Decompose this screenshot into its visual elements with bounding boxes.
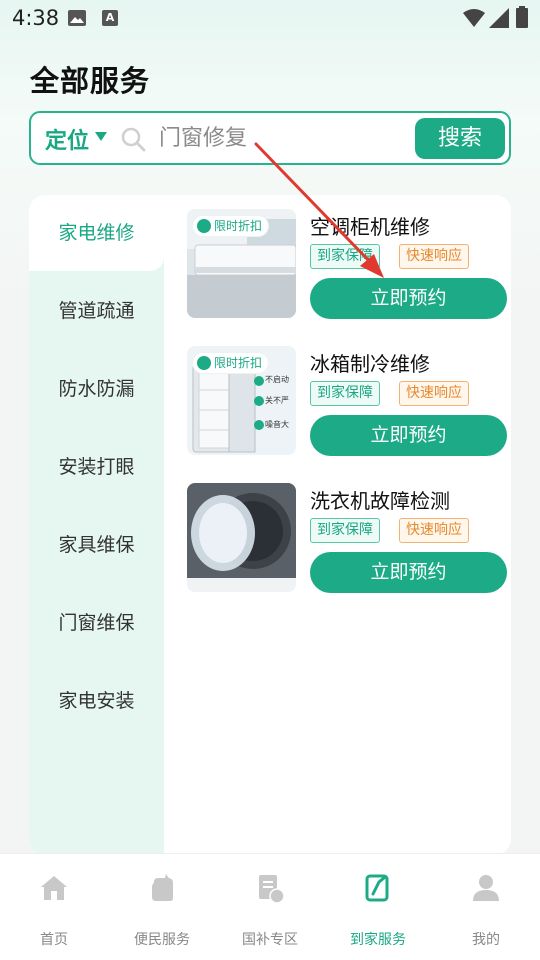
- nav-item-home-services[interactable]: 到家服务: [324, 854, 432, 960]
- book-now-button[interactable]: 立即预约: [310, 552, 507, 593]
- wifi-icon: [463, 9, 485, 27]
- tag-fast-response: 快速响应: [399, 244, 469, 269]
- location-selector[interactable]: 定位: [45, 123, 89, 155]
- fire-icon: [197, 356, 211, 370]
- search-bar: 定位 搜索: [29, 111, 511, 165]
- subsidy-icon: [259, 875, 285, 904]
- nav-label: 首页: [40, 932, 68, 948]
- fire-icon: [197, 219, 211, 233]
- nav-label: 我的: [472, 932, 500, 948]
- discount-badge-label: 限时折扣: [214, 356, 263, 370]
- service-icon: [152, 874, 173, 901]
- service-card-washing-machine[interactable]: 洗衣机故障检测 到家保障 快速响应 立即预约: [187, 483, 509, 593]
- status-time: 4:38: [12, 6, 60, 30]
- bottom-nav: 首页 便民服务 国补专区 到家服务 我的: [0, 853, 540, 960]
- sidebar-item-furniture-maintenance[interactable]: 家具维保: [29, 507, 164, 583]
- search-icon: [121, 127, 146, 152]
- sidebar-item-appliance-installation[interactable]: 家电安装: [29, 663, 164, 739]
- fridge-label-noisy: 噪音大: [265, 420, 289, 429]
- service-title: 冰箱制冷维修: [310, 352, 430, 376]
- sidebar-item-waterproofing[interactable]: 防水防漏: [29, 351, 164, 427]
- book-now-button[interactable]: 立即预约: [310, 278, 507, 319]
- tag-fast-response: 快速响应: [399, 381, 469, 406]
- nav-label: 国补专区: [242, 932, 298, 948]
- tag-fast-response: 快速响应: [399, 518, 469, 543]
- washing-machine-image: [187, 483, 296, 592]
- battery-icon: [516, 6, 528, 28]
- tag-home-guarantee: 到家保障: [310, 244, 380, 269]
- fridge-label-door-not-closing: 关不严: [265, 396, 289, 405]
- service-panel: 家电维修 管道疏通 防水防漏 安装打眼 家具维保 门窗维保 家电安装 限时折扣 …: [29, 195, 511, 855]
- signal-icon: [489, 8, 509, 28]
- discount-badge: 限时折扣: [192, 215, 270, 237]
- service-title: 洗衣机故障检测: [310, 489, 450, 513]
- tag-home-guarantee: 到家保障: [310, 381, 380, 406]
- sidebar-item-pipe-unclogging[interactable]: 管道疏通: [29, 273, 164, 349]
- page-title: 全部服务: [30, 64, 151, 98]
- photo-icon: [68, 10, 86, 26]
- status-bar: 4:38 A: [0, 0, 540, 36]
- search-button[interactable]: 搜索: [415, 118, 505, 159]
- book-now-button[interactable]: 立即预约: [310, 415, 507, 456]
- service-card-air-conditioner[interactable]: 限时折扣 空调柜机维修 到家保障 快速响应 立即预约: [187, 209, 509, 319]
- sidebar-item-installation-drilling[interactable]: 安装打眼: [29, 429, 164, 505]
- search-input[interactable]: [159, 121, 409, 155]
- air-conditioner-image: 限时折扣: [187, 209, 296, 318]
- service-card-refrigerator[interactable]: 不启动 关不严 噪音大 限时折扣 冰箱制冷维修 到家保障 快速响应 立即预约: [187, 346, 509, 456]
- fridge-label-no-start: 不启动: [265, 375, 289, 384]
- home-service-icon: [365, 874, 389, 902]
- category-sidebar: 家电维修 管道疏通 防水防漏 安装打眼 家具维保 门窗维保 家电安装: [29, 195, 164, 855]
- service-title: 空调柜机维修: [310, 215, 430, 239]
- nav-item-convenience-services[interactable]: 便民服务: [108, 854, 216, 960]
- profile-icon: [473, 875, 499, 901]
- sidebar-item-door-window-maintenance[interactable]: 门窗维保: [29, 585, 164, 661]
- sidebar-item-appliance-repair[interactable]: 家电维修: [29, 195, 164, 271]
- discount-badge-label: 限时折扣: [214, 219, 263, 233]
- discount-badge: 限时折扣: [192, 352, 270, 374]
- refrigerator-image: 不启动 关不严 噪音大 限时折扣: [187, 346, 296, 455]
- tag-home-guarantee: 到家保障: [310, 518, 380, 543]
- home-icon: [41, 876, 67, 900]
- nav-item-subsidy-zone[interactable]: 国补专区: [216, 854, 324, 960]
- nav-item-home[interactable]: 首页: [0, 854, 108, 960]
- location-dropdown-icon[interactable]: [95, 132, 107, 141]
- a-notification-icon: A: [102, 10, 118, 26]
- nav-label: 便民服务: [134, 932, 190, 948]
- nav-label: 到家服务: [350, 932, 406, 948]
- nav-item-profile[interactable]: 我的: [432, 854, 540, 960]
